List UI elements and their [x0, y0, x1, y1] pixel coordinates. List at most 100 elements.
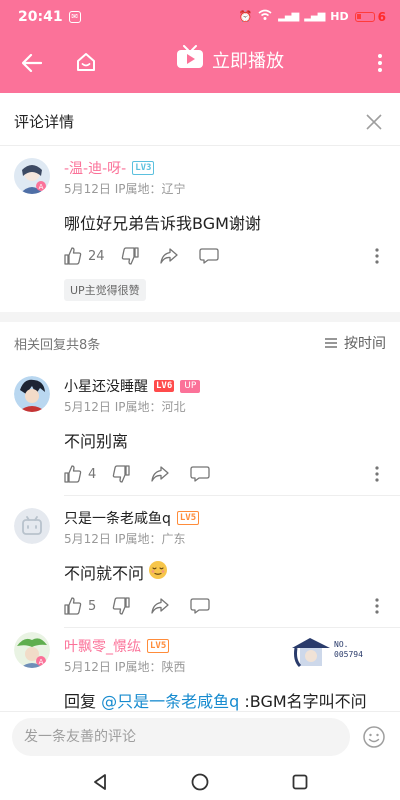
share-icon	[159, 248, 178, 264]
dislike-button[interactable]	[112, 597, 130, 615]
level-badge: LV5	[147, 639, 170, 653]
comment-meta: 5月12日 IP属地：辽宁	[64, 180, 186, 197]
status-icons: ⏰ ▂▄▆ ▂▄▆ HD 6	[238, 9, 386, 24]
like-button[interactable]: 24	[64, 247, 105, 265]
comment-ip: IP属地：广东	[114, 532, 186, 546]
status-time: 20:41	[18, 8, 63, 25]
list-item: 小星还没睡醒 LV6 UP 5月12日 IP属地：河北 不问别离 4	[0, 364, 400, 494]
mention-link[interactable]: @只是一条老咸鱼q	[101, 692, 239, 711]
thumbs-up-icon	[64, 465, 82, 483]
avatar[interactable]	[14, 376, 50, 412]
like-count: 5	[88, 598, 97, 614]
comment-date: 5月12日	[64, 400, 111, 414]
up-badge: UP	[180, 379, 201, 393]
svg-text:A: A	[39, 658, 44, 666]
level-badge: LV5	[176, 511, 200, 525]
reply-prefix: 回复	[64, 692, 102, 711]
comment-actions: 24	[64, 247, 219, 265]
share-icon	[151, 466, 169, 482]
network-label: HD	[330, 10, 349, 23]
comment-detail-header: 评论详情	[0, 98, 400, 146]
thumbs-up-icon	[64, 247, 82, 265]
replies-header: 相关回复共8条 按时间	[0, 322, 400, 364]
comment-icon	[190, 466, 210, 482]
thumbs-down-icon	[121, 247, 139, 265]
back-triangle-icon[interactable]	[90, 772, 110, 792]
signal-icon: ▂▄▆	[278, 11, 299, 22]
comment-meta: 5月12日 IP属地：河北	[64, 398, 186, 415]
comment-username-row: 只是一条老咸鱼q LV5	[64, 508, 200, 528]
comment-icon	[190, 598, 210, 614]
replies-count: 相关回复共8条	[14, 337, 101, 353]
reply-button[interactable]	[190, 597, 210, 615]
like-count: 4	[88, 466, 97, 482]
comment-text: 不问别离	[64, 432, 129, 451]
play-now-label: 立即播放	[212, 50, 284, 72]
dislike-button[interactable]	[112, 465, 130, 483]
list-item: 只是一条老咸鱼q LV5 5月12日 IP属地：广东 不问就不问 5	[0, 496, 400, 626]
section-divider	[0, 312, 400, 322]
username[interactable]: -温-迪-呀-	[64, 158, 126, 178]
avatar[interactable]: A	[14, 632, 50, 668]
home-icon[interactable]	[70, 46, 102, 78]
comment-text: 回复 @只是一条老咸鱼q :BGM名字叫不问	[64, 688, 367, 711]
list-item: A 叶飘零_憬纮 LV5 5月12日 IP属地：陕西 NO. 005794 回复…	[0, 628, 400, 711]
sort-label: 按时间	[344, 336, 386, 352]
like-count: 24	[88, 248, 105, 264]
more-vertical-icon[interactable]	[370, 596, 384, 616]
like-button[interactable]: 5	[64, 597, 96, 615]
username[interactable]: 叶飘零_憬纮	[64, 636, 141, 656]
more-options-icon[interactable]	[370, 47, 390, 79]
emoji-icon[interactable]	[362, 725, 386, 749]
comment-ip: IP属地：河北	[114, 400, 186, 414]
more-vertical-icon[interactable]	[370, 246, 384, 266]
main-comment: A -温-迪-呀- LV3 5月12日 IP属地：辽宁 哪位好兄弟告诉我BGM谢…	[0, 146, 400, 312]
back-arrow-icon[interactable]	[16, 47, 48, 79]
comment-meta: 5月12日 IP属地：陕西	[64, 658, 186, 675]
comment-body: :BGM名字叫不问	[239, 692, 367, 711]
comment-username-row: -温-迪-呀- LV3	[64, 158, 155, 178]
comment-date: 5月12日	[64, 532, 111, 546]
top-nav-bar: 立即播放	[0, 33, 400, 93]
share-button[interactable]	[159, 247, 179, 265]
fan-card-badge: NO. 005794	[290, 636, 376, 668]
comment-ip: IP属地：辽宁	[114, 182, 186, 196]
play-now-button[interactable]: 立即播放	[176, 45, 284, 74]
alarm-icon: ⏰	[238, 10, 253, 23]
comment-username-row: 小星还没睡醒 LV6 UP	[64, 376, 201, 396]
comment-input[interactable]	[12, 718, 350, 756]
dislike-button[interactable]	[121, 247, 139, 265]
thumbs-down-icon	[113, 597, 130, 615]
comment-text: 不问就不问	[64, 560, 168, 584]
tv-play-icon	[176, 45, 204, 74]
battery-level: 6	[377, 9, 386, 24]
share-icon	[151, 598, 169, 614]
avatar[interactable]: A	[14, 158, 50, 194]
fan-card-number: NO. 005794	[334, 640, 363, 659]
close-icon[interactable]	[362, 110, 386, 134]
comment-input-bar	[0, 711, 400, 763]
share-button[interactable]	[150, 465, 170, 483]
comment-ip: IP属地：陕西	[114, 660, 186, 674]
reply-button[interactable]	[198, 247, 219, 265]
signal-icon-2: ▂▄▆	[304, 11, 325, 22]
like-button[interactable]: 4	[64, 465, 96, 483]
sort-icon	[325, 338, 337, 348]
share-button[interactable]	[150, 597, 170, 615]
comment-meta: 5月12日 IP属地：广东	[64, 530, 186, 547]
battery-icon: 6	[354, 9, 386, 24]
recents-square-icon[interactable]	[290, 772, 310, 792]
username[interactable]: 只是一条老咸鱼q	[64, 508, 171, 528]
notification-icon: ✉	[68, 10, 81, 23]
home-circle-icon[interactable]	[190, 772, 210, 792]
avatar[interactable]	[14, 508, 50, 544]
reply-button[interactable]	[190, 465, 210, 483]
sort-by-time-button[interactable]: 按时间	[324, 333, 386, 353]
wifi-icon	[258, 9, 272, 24]
username[interactable]: 小星还没睡醒	[64, 376, 148, 396]
comment-text: 哪位好兄弟告诉我BGM谢谢	[64, 214, 261, 233]
up-liked-tag: UP主觉得很赞	[64, 279, 146, 301]
more-vertical-icon[interactable]	[370, 464, 384, 484]
page-title: 评论详情	[14, 113, 75, 131]
thumbs-up-icon	[64, 597, 82, 615]
